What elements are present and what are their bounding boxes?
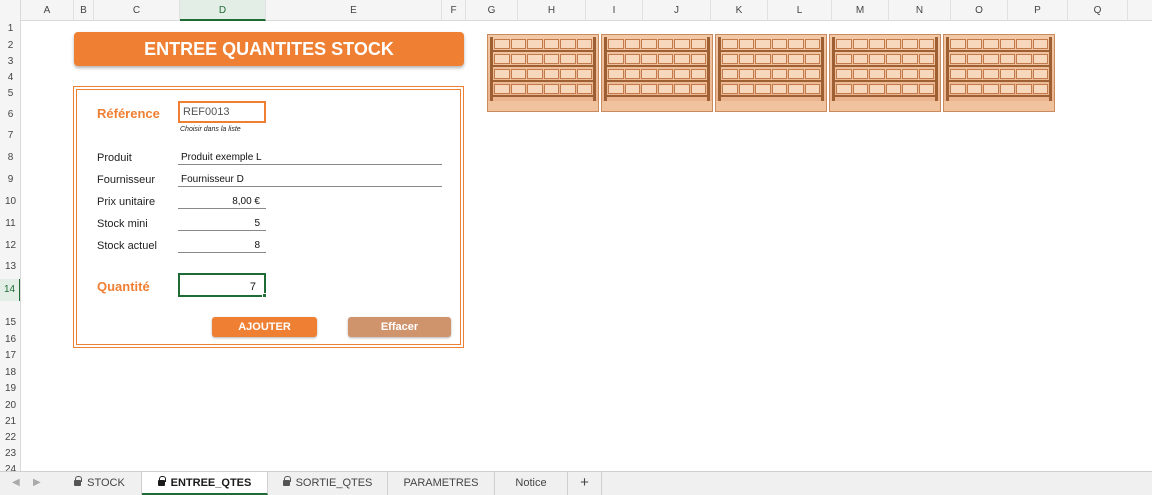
column-header-e[interactable]: E (266, 0, 442, 21)
tab-notice[interactable]: Notice (495, 472, 568, 495)
row-header[interactable]: 12 (0, 240, 20, 251)
tab-parametres[interactable]: PARAMETRES (388, 472, 495, 495)
row-header[interactable]: 20 (0, 400, 20, 411)
quantite-label: Quantité (97, 279, 150, 294)
stock-actuel-label: Stock actuel (97, 240, 157, 252)
row-header[interactable]: 10 (0, 196, 20, 207)
row-header[interactable]: 5 (0, 88, 20, 99)
page-title-banner: ENTREE QUANTITES STOCK (74, 32, 464, 66)
row-header[interactable]: 16 (0, 334, 20, 345)
column-header-g[interactable]: G (466, 0, 518, 21)
row-header[interactable]: 13 (0, 261, 20, 272)
spreadsheet-window: A B C D E F G H I J K L M N O P Q 1 2 3 … (0, 0, 1152, 495)
row-header[interactable]: 18 (0, 367, 20, 378)
tab-scroll-right-icon[interactable]: ▶ (33, 477, 41, 488)
row-header[interactable]: 24 (0, 464, 20, 471)
row-header[interactable]: 6 (0, 109, 20, 120)
column-header-p[interactable]: P (1008, 0, 1068, 21)
row-header[interactable]: 4 (0, 72, 20, 83)
lock-icon (74, 476, 83, 487)
sheet-tab-bar: ◀ ▶ STOCK ENTREE_QTES SORTIE_QTES PARAME… (0, 471, 1152, 495)
stock-actuel-value: 8 (178, 239, 266, 253)
column-header-h[interactable]: H (518, 0, 586, 21)
column-header-d[interactable]: D (180, 0, 266, 21)
prix-label: Prix unitaire (97, 196, 156, 208)
lock-icon (282, 476, 291, 487)
shelf-image (715, 34, 827, 112)
shelf-image (487, 34, 599, 112)
reference-hint: Choisir dans la liste (180, 126, 241, 133)
reference-dropdown[interactable]: REF0013 (178, 101, 266, 123)
row-header[interactable]: 8 (0, 152, 20, 163)
column-header-i[interactable]: I (586, 0, 643, 21)
form-frame-inner (76, 89, 461, 345)
clear-button[interactable]: Effacer (348, 317, 451, 337)
row-header-bar: 1 2 3 4 5 6 7 8 9 10 11 12 13 14 15 16 1… (0, 21, 21, 471)
column-header-q[interactable]: Q (1068, 0, 1128, 21)
shelf-image (601, 34, 713, 112)
row-header[interactable]: 15 (0, 317, 20, 328)
row-header[interactable]: 2 (0, 40, 20, 51)
column-header-m[interactable]: M (832, 0, 889, 21)
select-all-corner[interactable] (0, 0, 21, 21)
row-header[interactable]: 22 (0, 432, 20, 443)
row-header[interactable]: 9 (0, 174, 20, 185)
column-header-j[interactable]: J (643, 0, 711, 21)
row-header[interactable]: 23 (0, 448, 20, 459)
stock-mini-value: 5 (178, 217, 266, 231)
tab-entree-qtes[interactable]: ENTREE_QTES (142, 472, 268, 495)
column-header-b[interactable]: B (74, 0, 94, 21)
tab-sortie-qtes[interactable]: SORTIE_QTES (268, 472, 388, 495)
add-sheet-button[interactable]: + (568, 472, 602, 495)
produit-value: Produit exemple L (178, 151, 442, 165)
quantite-input[interactable]: 7 (178, 273, 266, 297)
column-header-n[interactable]: N (889, 0, 951, 21)
shelf-image (943, 34, 1055, 112)
produit-label: Produit (97, 152, 132, 164)
column-header-f[interactable]: F (442, 0, 466, 21)
fournisseur-value: Fournisseur D (178, 173, 442, 187)
row-header[interactable]: 7 (0, 130, 20, 141)
stock-mini-label: Stock mini (97, 218, 148, 230)
row-header-selected[interactable]: 14 (0, 279, 20, 301)
row-header[interactable]: 17 (0, 350, 20, 361)
row-header[interactable]: 19 (0, 383, 20, 394)
fournisseur-label: Fournisseur (97, 174, 156, 186)
column-header-k[interactable]: K (711, 0, 768, 21)
row-header[interactable]: 3 (0, 56, 20, 67)
column-header-l[interactable]: L (768, 0, 832, 21)
column-header-c[interactable]: C (94, 0, 180, 21)
shelf-image (829, 34, 941, 112)
column-header-o[interactable]: O (951, 0, 1008, 21)
fill-handle[interactable] (262, 293, 267, 298)
row-header[interactable]: 11 (0, 218, 20, 229)
prix-value: 8,00 € (178, 195, 266, 209)
column-header-bar: A B C D E F G H I J K L M N O P Q (0, 0, 1152, 21)
lock-icon (157, 476, 166, 487)
add-button[interactable]: AJOUTER (212, 317, 317, 337)
tab-scroll-left-icon[interactable]: ◀ (12, 477, 20, 488)
reference-label: Référence (97, 106, 160, 121)
column-header-a[interactable]: A (21, 0, 74, 21)
row-header[interactable]: 1 (0, 23, 20, 34)
tab-stock[interactable]: STOCK (58, 472, 142, 495)
row-header[interactable]: 21 (0, 416, 20, 427)
